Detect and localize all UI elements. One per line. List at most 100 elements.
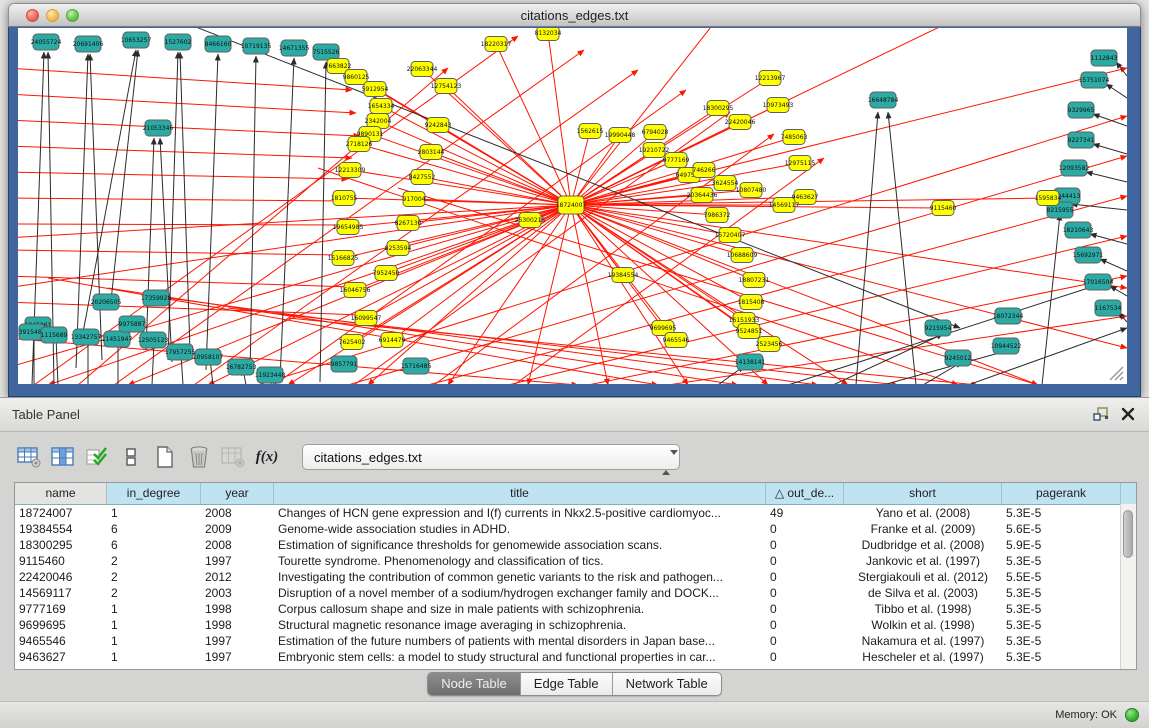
- citation-network-graph[interactable]: 2405572420691406106532571527602846616010…: [18, 28, 1127, 384]
- graph-node[interactable]: 12213967: [755, 71, 786, 86]
- graph-node[interactable]: 22420046: [725, 115, 756, 130]
- graph-node[interactable]: 10719135: [241, 38, 272, 54]
- graph-node[interactable]: 7952450: [373, 266, 400, 281]
- graph-node[interactable]: 2523456: [756, 337, 783, 352]
- table-row[interactable]: 969969511998Structural magnetic resonanc…: [15, 617, 1136, 633]
- graph-node[interactable]: 20206505: [91, 294, 122, 310]
- graph-node[interactable]: 2718126: [346, 137, 373, 152]
- graph-node[interactable]: 1527602: [165, 34, 192, 50]
- graph-node[interactable]: 2803144: [418, 145, 445, 160]
- graph-node[interactable]: 18072344: [993, 308, 1024, 324]
- graph-node[interactable]: 18300295: [703, 101, 734, 116]
- graph-node[interactable]: 9857791: [331, 356, 358, 372]
- graph-node[interactable]: 9524851: [736, 324, 763, 339]
- graph-node[interactable]: 10973493: [763, 98, 794, 113]
- graph-node[interactable]: 10807480: [736, 183, 767, 198]
- table-row[interactable]: 1830029562008Estimation of significance …: [15, 537, 1136, 553]
- table-row[interactable]: 2242004622012Investigating the contribut…: [15, 569, 1136, 585]
- graph-node[interactable]: 8466160: [205, 36, 232, 52]
- graph-node[interactable]: 9242843: [425, 118, 452, 133]
- table-row[interactable]: 946554611997Estimation of the future num…: [15, 633, 1136, 649]
- graph-node[interactable]: 15716485: [401, 358, 432, 374]
- column-header-in_degree[interactable]: in_degree: [107, 483, 201, 504]
- graph-node[interactable]: 17359928: [141, 290, 172, 306]
- graph-node[interactable]: 16099547: [351, 311, 382, 326]
- scrollbar-thumb[interactable]: [1123, 510, 1133, 558]
- graph-node[interactable]: 14671355: [279, 40, 310, 56]
- graph-node[interactable]: 12975115: [785, 156, 816, 171]
- new-column-icon[interactable]: [150, 442, 180, 472]
- graph-node[interactable]: 12213309: [335, 163, 366, 178]
- graph-node[interactable]: 8267130: [395, 216, 422, 231]
- graph-node[interactable]: 9115460: [930, 201, 957, 216]
- graph-node[interactable]: 5912954: [362, 82, 389, 97]
- graph-node[interactable]: 1562615: [577, 124, 604, 139]
- graph-node[interactable]: 18724007: [556, 196, 587, 214]
- graph-node[interactable]: 10958107: [193, 349, 224, 365]
- memory-status-indicator[interactable]: [1125, 708, 1139, 722]
- tab-network-table[interactable]: Network Table: [613, 673, 721, 695]
- column-header-year[interactable]: year: [201, 483, 274, 504]
- select-rows-icon[interactable]: [82, 442, 112, 472]
- graph-node[interactable]: 12093582: [1059, 160, 1090, 176]
- window-titlebar[interactable]: citations_edges.txt: [8, 3, 1141, 27]
- graph-node[interactable]: 9245012: [945, 350, 972, 366]
- function-builder-icon[interactable]: f(x): [252, 442, 282, 472]
- tab-node-table[interactable]: Node Table: [428, 673, 521, 695]
- graph-node[interactable]: 7986372: [704, 208, 731, 223]
- float-window-icon[interactable]: [1093, 407, 1109, 422]
- graph-node[interactable]: 12505123: [138, 332, 169, 348]
- graph-node[interactable]: 16046756: [340, 283, 371, 298]
- graph-node[interactable]: 1810755: [331, 191, 358, 206]
- tab-edge-table[interactable]: Edge Table: [521, 673, 613, 695]
- graph-node[interactable]: 1654334: [368, 99, 395, 114]
- graph-node[interactable]: 9975887: [119, 316, 146, 332]
- graph-node[interactable]: 746266: [693, 163, 716, 178]
- graph-node[interactable]: 3624554: [712, 176, 739, 191]
- import-table-icon[interactable]: [218, 442, 248, 472]
- table-mode-icon[interactable]: [14, 442, 44, 472]
- graph-node[interactable]: 14569117: [769, 198, 800, 213]
- graph-node[interactable]: 15166825: [328, 251, 359, 266]
- graph-node[interactable]: 9465546: [663, 333, 690, 348]
- table-row[interactable]: 1456911722003Disruption of a novel membe…: [15, 585, 1136, 601]
- column-header-title[interactable]: title: [274, 483, 766, 504]
- table-row[interactable]: 1872400712008Changes of HCN gene express…: [15, 505, 1136, 521]
- graph-node[interactable]: 9227341: [1068, 132, 1095, 148]
- delete-column-icon[interactable]: [184, 442, 214, 472]
- graph-node[interactable]: 21053346: [143, 120, 174, 136]
- graph-node[interactable]: 10944522: [991, 338, 1022, 354]
- close-icon[interactable]: [1121, 407, 1135, 421]
- graph-node[interactable]: 15720407: [715, 228, 746, 243]
- graph-node[interactable]: 9777169: [663, 153, 690, 168]
- network-canvas[interactable]: 2405572420691406106532571527602846616010…: [18, 28, 1127, 384]
- column-header-name[interactable]: name: [15, 483, 107, 504]
- graph-node[interactable]: 8253594: [385, 241, 412, 256]
- graph-node[interactable]: 11451947: [102, 331, 133, 347]
- graph-node[interactable]: 10688609: [727, 248, 758, 263]
- graph-node[interactable]: 15751074: [1079, 72, 1110, 88]
- resize-grip[interactable]: [1110, 367, 1123, 380]
- graph-node[interactable]: 6794028: [642, 125, 669, 140]
- graph-node[interactable]: 17016504: [1083, 274, 1114, 290]
- graph-node[interactable]: 18807231: [739, 273, 770, 288]
- graph-node[interactable]: 11923448: [255, 367, 286, 383]
- graph-node[interactable]: 9215954: [925, 320, 952, 336]
- graph-node[interactable]: 18220317: [481, 37, 512, 52]
- table-selector-dropdown[interactable]: citations_edges.txt: [302, 444, 680, 470]
- table-row[interactable]: 977716911998Corpus callosum shape and si…: [15, 601, 1136, 617]
- graph-node[interactable]: 24055724: [31, 34, 62, 50]
- graph-node[interactable]: 15692971: [1073, 247, 1104, 263]
- graph-node[interactable]: 14138141: [735, 354, 766, 370]
- table-row[interactable]: 1938455462009Genome-wide association stu…: [15, 521, 1136, 537]
- graph-node[interactable]: 1595834: [1035, 191, 1062, 206]
- graph-node[interactable]: 20691406: [73, 36, 104, 52]
- graph-node[interactable]: 7485063: [781, 130, 808, 145]
- graph-node[interactable]: 9329965: [1068, 102, 1095, 118]
- graph-node[interactable]: 7515526: [313, 44, 340, 60]
- graph-node[interactable]: 20364436: [687, 188, 718, 203]
- graph-node[interactable]: 25300215: [515, 213, 546, 228]
- column-header-pagerank[interactable]: pagerank: [1002, 483, 1121, 504]
- graph-node[interactable]: 917004: [403, 192, 426, 207]
- graph-node[interactable]: 16648784: [868, 92, 899, 108]
